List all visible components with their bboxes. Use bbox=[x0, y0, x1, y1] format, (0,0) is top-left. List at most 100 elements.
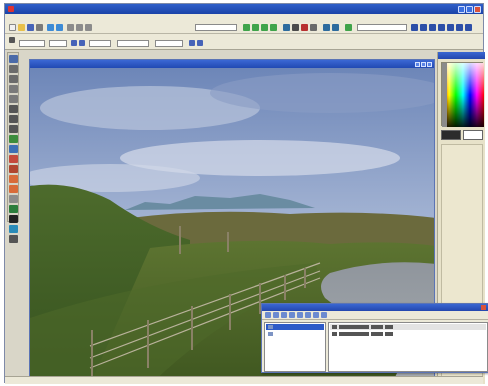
background-color-chip[interactable] bbox=[463, 130, 483, 140]
print-icon[interactable] bbox=[36, 24, 43, 31]
adjustment-layer-icon[interactable] bbox=[313, 312, 319, 318]
enhance-icon-4[interactable] bbox=[270, 24, 277, 31]
standard-toolbar bbox=[5, 22, 483, 34]
delete-layer-icon[interactable] bbox=[297, 312, 303, 318]
scratch-remover-icon[interactable] bbox=[8, 165, 18, 173]
tools-palette bbox=[7, 52, 19, 243]
dodge-icon[interactable] bbox=[8, 175, 18, 183]
option-icon-3[interactable] bbox=[189, 40, 195, 46]
freehand-selection-icon[interactable] bbox=[8, 115, 18, 123]
lock-icon[interactable] bbox=[385, 325, 393, 329]
option-icon-1[interactable] bbox=[71, 40, 77, 46]
maximize-icon[interactable] bbox=[466, 5, 473, 13]
copy-icon[interactable] bbox=[76, 24, 83, 31]
layers-close-icon[interactable] bbox=[481, 305, 486, 310]
adjust-icon-3[interactable] bbox=[301, 24, 308, 31]
opacity-slider[interactable] bbox=[339, 325, 369, 329]
layer-list bbox=[264, 322, 326, 372]
redo-icon[interactable] bbox=[56, 24, 63, 31]
enhance-icon-3[interactable] bbox=[261, 24, 268, 31]
layer-thumbnail-icon bbox=[268, 332, 273, 336]
new-icon[interactable] bbox=[9, 24, 16, 31]
palette-icon-3[interactable] bbox=[429, 24, 436, 31]
option-dropdown-1[interactable] bbox=[19, 40, 45, 47]
enhance-icon-2[interactable] bbox=[252, 24, 259, 31]
adjust-icon-5[interactable] bbox=[323, 24, 330, 31]
smudge-icon[interactable] bbox=[8, 185, 18, 193]
eyedropper-icon[interactable] bbox=[8, 135, 18, 143]
color-chips bbox=[441, 130, 483, 140]
doc-close-icon[interactable] bbox=[427, 61, 432, 67]
pen-icon[interactable] bbox=[8, 235, 18, 243]
title-bar bbox=[5, 4, 483, 14]
selection-icon[interactable] bbox=[8, 105, 18, 113]
tool-options-bar bbox=[5, 34, 483, 50]
layer-properties-icon[interactable] bbox=[305, 312, 311, 318]
option-icon-4[interactable] bbox=[197, 40, 203, 46]
option-dropdown-4[interactable] bbox=[117, 40, 149, 47]
eraser-icon[interactable] bbox=[8, 195, 18, 203]
deform-icon[interactable] bbox=[8, 75, 18, 83]
minimize-icon[interactable] bbox=[458, 5, 465, 13]
script-dropdown[interactable] bbox=[357, 24, 407, 31]
menu-bar bbox=[5, 14, 483, 22]
option-dropdown-5[interactable] bbox=[155, 40, 183, 47]
layer-row[interactable] bbox=[266, 331, 324, 337]
text-icon[interactable] bbox=[8, 215, 18, 223]
undo-icon[interactable] bbox=[47, 24, 54, 31]
layer-row-selected[interactable] bbox=[266, 324, 324, 330]
brush-icon[interactable] bbox=[8, 145, 18, 153]
adjust-icon-6[interactable] bbox=[332, 24, 339, 31]
layer-properties-row[interactable] bbox=[330, 331, 486, 337]
open-icon[interactable] bbox=[18, 24, 25, 31]
crop-icon[interactable] bbox=[8, 85, 18, 93]
foreground-color-chip[interactable] bbox=[441, 130, 461, 140]
option-icon-2[interactable] bbox=[79, 40, 85, 46]
opacity-slider[interactable] bbox=[339, 332, 369, 336]
palette-icon-7[interactable] bbox=[465, 24, 472, 31]
blend-mode-select[interactable] bbox=[371, 332, 383, 336]
doc-maximize-icon[interactable] bbox=[421, 61, 426, 67]
new-raster-layer-icon[interactable] bbox=[265, 312, 271, 318]
doc-minimize-icon[interactable] bbox=[415, 61, 420, 67]
visibility-icon[interactable] bbox=[332, 325, 337, 329]
script-run-icon[interactable] bbox=[345, 24, 352, 31]
pan-icon[interactable] bbox=[8, 55, 18, 63]
move-icon[interactable] bbox=[8, 95, 18, 103]
layers-palette-title-bar[interactable] bbox=[262, 304, 488, 311]
layer-properties-row[interactable] bbox=[330, 324, 486, 330]
adjust-icon-2[interactable] bbox=[292, 24, 299, 31]
adjust-icon-1[interactable] bbox=[283, 24, 290, 31]
enhance-dropdown[interactable] bbox=[195, 24, 237, 31]
enhance-icon-1[interactable] bbox=[243, 24, 250, 31]
blend-mode-select[interactable] bbox=[371, 325, 383, 329]
materials-palette-title[interactable] bbox=[438, 52, 485, 59]
cut-icon[interactable] bbox=[67, 24, 74, 31]
paste-icon[interactable] bbox=[85, 24, 92, 31]
shape-icon[interactable] bbox=[8, 225, 18, 233]
tool-preset-icon[interactable] bbox=[9, 37, 15, 43]
lock-icon[interactable] bbox=[385, 332, 393, 336]
visibility-icon[interactable] bbox=[332, 332, 337, 336]
option-dropdown-2[interactable] bbox=[49, 40, 67, 47]
new-vector-layer-icon[interactable] bbox=[273, 312, 279, 318]
save-icon[interactable] bbox=[27, 24, 34, 31]
clone-icon[interactable] bbox=[8, 155, 18, 163]
option-dropdown-3[interactable] bbox=[89, 40, 111, 47]
layers-palette bbox=[261, 303, 488, 373]
document-title-bar[interactable] bbox=[30, 60, 434, 68]
close-icon[interactable] bbox=[474, 5, 481, 13]
new-mask-icon[interactable] bbox=[281, 312, 287, 318]
fill-icon[interactable] bbox=[8, 205, 18, 213]
palette-icon-1[interactable] bbox=[411, 24, 418, 31]
adjust-icon-4[interactable] bbox=[310, 24, 317, 31]
color-spectrum[interactable] bbox=[441, 62, 484, 127]
magic-wand-icon[interactable] bbox=[8, 125, 18, 133]
zoom-icon[interactable] bbox=[8, 65, 18, 73]
group-icon[interactable] bbox=[321, 312, 327, 318]
duplicate-layer-icon[interactable] bbox=[289, 312, 295, 318]
palette-icon-4[interactable] bbox=[438, 24, 445, 31]
palette-icon-2[interactable] bbox=[420, 24, 427, 31]
palette-icon-6[interactable] bbox=[456, 24, 463, 31]
palette-icon-5[interactable] bbox=[447, 24, 454, 31]
